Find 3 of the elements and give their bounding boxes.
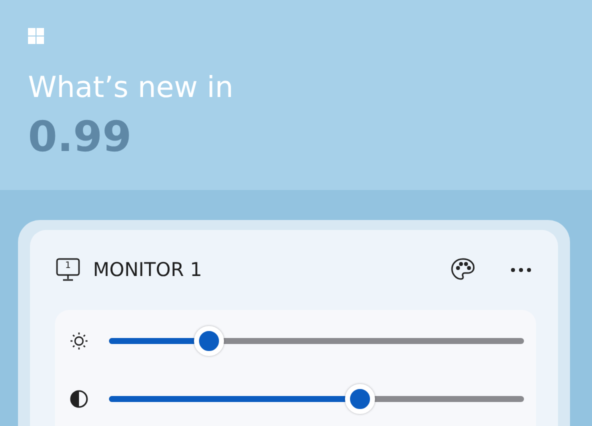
whats-new-title: What’s new in: [28, 70, 234, 104]
monitor-name: MONITOR 1: [93, 259, 204, 281]
version-number: 0.99: [28, 114, 132, 160]
